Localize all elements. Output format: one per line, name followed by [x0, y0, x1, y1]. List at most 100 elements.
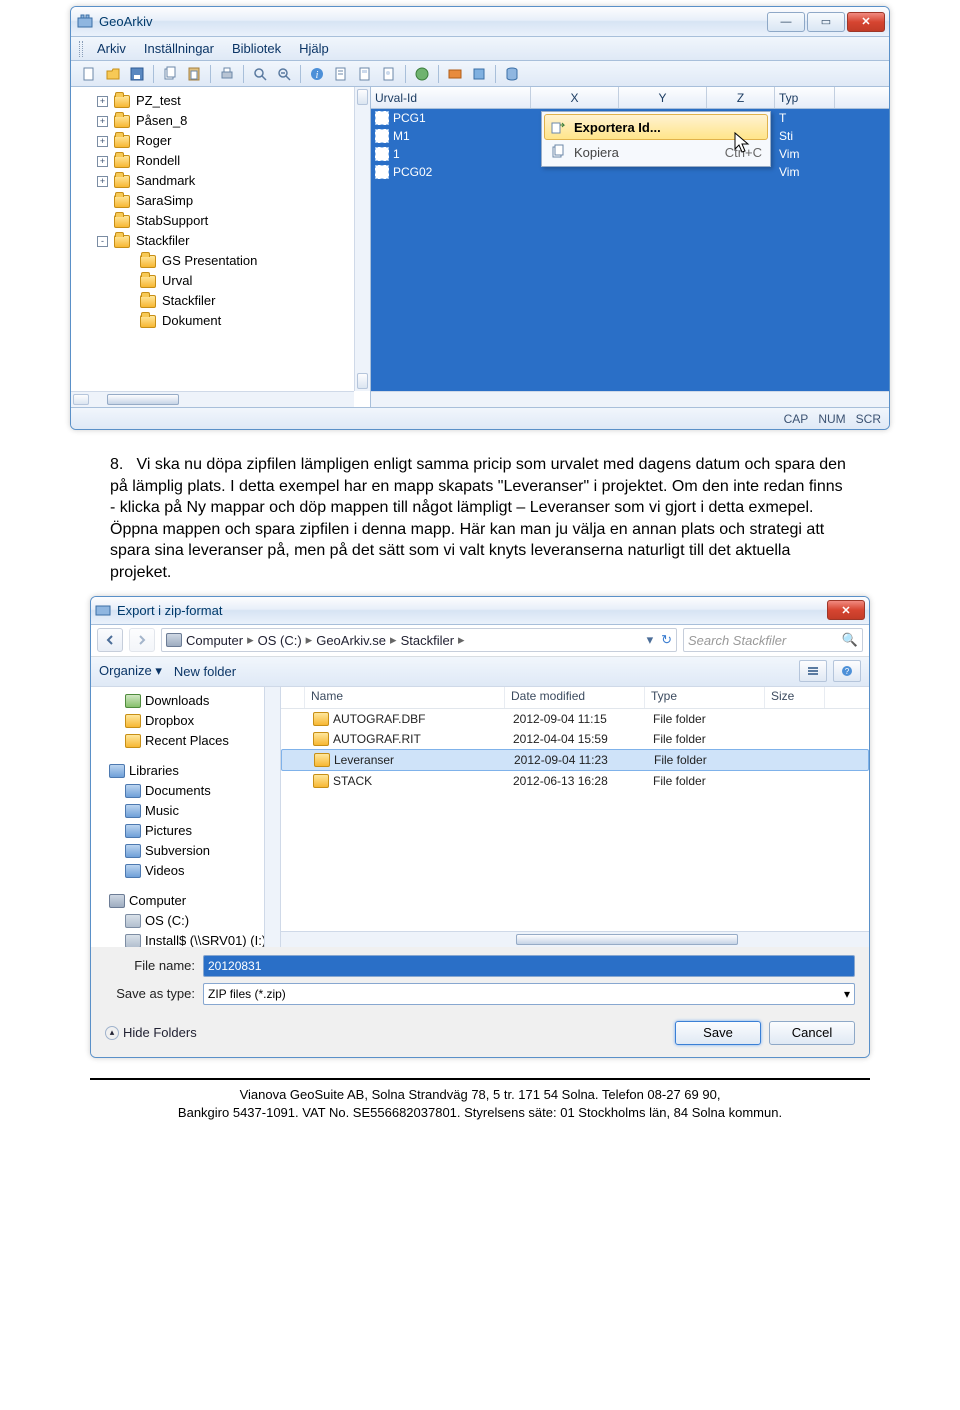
save-close-button[interactable]: ✕ — [827, 600, 865, 620]
expand-toggle[interactable]: - — [97, 236, 108, 247]
tree-item[interactable]: -Stackfiler — [77, 231, 370, 251]
col-z[interactable]: Z — [707, 87, 775, 108]
toolbar-new-icon[interactable] — [79, 64, 99, 84]
toolbar-tool2-icon[interactable] — [469, 64, 489, 84]
places-item[interactable]: Libraries — [91, 761, 280, 781]
tree-item[interactable]: +Påsen_8 — [77, 111, 370, 131]
save-titlebar[interactable]: Export i zip-format ✕ — [91, 597, 869, 625]
newfolder-button[interactable]: New folder — [174, 664, 236, 679]
minimize-button[interactable]: ― — [767, 12, 805, 32]
menu-installningar[interactable]: Inställningar — [136, 39, 222, 58]
places-item[interactable]: Pictures — [91, 821, 280, 841]
tree-item[interactable]: Stackfiler — [77, 291, 370, 311]
places-item[interactable]: OS (C:) — [91, 911, 280, 931]
toolbar-zoomin-icon[interactable] — [250, 64, 270, 84]
breadcrumb-computer[interactable]: Computer — [186, 633, 243, 648]
col-size[interactable]: Size — [765, 687, 825, 708]
places-tree[interactable]: DownloadsDropboxRecent Places LibrariesDo… — [91, 687, 281, 947]
tree-item[interactable]: +PZ_test — [77, 91, 370, 111]
breadcrumb-refresh-icon[interactable]: ↻ — [661, 632, 672, 648]
places-item[interactable]: Computer — [91, 891, 280, 911]
tree-item[interactable]: +Rondell — [77, 151, 370, 171]
breadcrumb-osc[interactable]: OS (C:) — [258, 633, 302, 648]
menu-hjalp[interactable]: Hjälp — [291, 39, 337, 58]
toolbar-doc2-icon[interactable] — [355, 64, 375, 84]
tree-item[interactable]: Urval — [77, 271, 370, 291]
toolbar-print-icon[interactable] — [217, 64, 237, 84]
nav-forward-button[interactable] — [129, 628, 155, 652]
col-name[interactable]: Name — [305, 687, 505, 708]
save-button[interactable]: Save — [675, 1021, 761, 1045]
places-item[interactable]: Music — [91, 801, 280, 821]
breadcrumb[interactable]: Computer▸ OS (C:)▸ GeoArkiv.se▸ Stackfil… — [161, 628, 677, 652]
toolbar-paste-icon[interactable] — [184, 64, 204, 84]
file-row[interactable]: AUTOGRAF.DBF2012-09-04 11:15File folder — [281, 709, 869, 729]
toolbar-globe-icon[interactable] — [412, 64, 432, 84]
expand-toggle[interactable]: + — [97, 176, 108, 187]
tree-item[interactable]: StabSupport — [77, 211, 370, 231]
expand-toggle[interactable]: + — [97, 116, 108, 127]
organize-menu[interactable]: Organize ▾ — [99, 663, 162, 679]
search-input[interactable]: Search Stackfiler 🔍 — [683, 628, 863, 652]
view-mode-button[interactable] — [799, 660, 827, 682]
horizontal-scrollbar[interactable] — [71, 391, 354, 407]
tree-item[interactable]: GS Presentation — [77, 251, 370, 271]
toolbar-tool1-icon[interactable] — [445, 64, 465, 84]
col-urval-id[interactable]: Urval-Id — [371, 87, 531, 108]
col-y[interactable]: Y — [619, 87, 707, 108]
places-item[interactable]: Install$ (\\SRV01) (I:) — [91, 931, 280, 947]
nav-back-button[interactable] — [97, 628, 123, 652]
places-item[interactable]: Documents — [91, 781, 280, 801]
drv-icon — [125, 934, 141, 947]
hide-folders-button[interactable]: ▴ Hide Folders — [105, 1025, 197, 1040]
file-row[interactable]: AUTOGRAF.RIT2012-04-04 15:59File folder — [281, 729, 869, 749]
toolbar-db-icon[interactable] — [502, 64, 522, 84]
col-typ[interactable]: Typ — [775, 87, 835, 108]
file-list[interactable]: Name Date modified Type Size AUTOGRAF.DB… — [281, 687, 869, 947]
grid-horizontal-scrollbar[interactable] — [371, 391, 889, 407]
col-x[interactable]: X — [531, 87, 619, 108]
toolbar-info-icon[interactable]: i — [307, 64, 327, 84]
col-date[interactable]: Date modified — [505, 687, 645, 708]
places-scrollbar[interactable] — [264, 687, 280, 947]
menubar-grip-icon — [79, 41, 83, 57]
tree-item[interactable]: SaraSimp — [77, 191, 370, 211]
places-item[interactable] — [91, 751, 280, 761]
close-button[interactable]: ✕ — [847, 12, 885, 32]
breadcrumb-dropdown-icon[interactable]: ▾ — [647, 632, 654, 648]
tree-item[interactable]: +Sandmark — [77, 171, 370, 191]
saveas-combo[interactable]: ZIP files (*.zip) ▾ — [203, 983, 855, 1005]
filename-input[interactable] — [203, 955, 855, 977]
toolbar-doc3-icon[interactable] — [379, 64, 399, 84]
breadcrumb-stackfiler[interactable]: Stackfiler — [401, 633, 454, 648]
toolbar-open-icon[interactable] — [103, 64, 123, 84]
places-item[interactable]: Dropbox — [91, 711, 280, 731]
expand-toggle[interactable]: + — [97, 136, 108, 147]
toolbar-save-icon[interactable] — [127, 64, 147, 84]
menu-arkiv[interactable]: Arkiv — [89, 39, 134, 58]
vertical-scrollbar[interactable] — [354, 87, 370, 391]
places-item[interactable]: Subversion — [91, 841, 280, 861]
cancel-button[interactable]: Cancel — [769, 1021, 855, 1045]
toolbar-zoomout-icon[interactable] — [274, 64, 294, 84]
toolbar-copy-icon[interactable] — [160, 64, 180, 84]
tree-item[interactable]: +Roger — [77, 131, 370, 151]
file-row[interactable]: Leveranser2012-09-04 11:23File folder — [281, 749, 869, 771]
expand-toggle[interactable]: + — [97, 156, 108, 167]
help-button[interactable]: ? — [833, 660, 861, 682]
toolbar-doc1-icon[interactable] — [331, 64, 351, 84]
places-item[interactable]: Recent Places — [91, 731, 280, 751]
file-row[interactable]: STACK2012-06-13 16:28File folder — [281, 771, 869, 791]
expand-toggle[interactable]: + — [97, 96, 108, 107]
titlebar[interactable]: GeoArkiv ― ▭ ✕ — [71, 7, 889, 37]
tree-item[interactable]: Dokument — [77, 311, 370, 331]
filelist-scrollbar[interactable] — [281, 931, 869, 947]
col-type[interactable]: Type — [645, 687, 765, 708]
menu-bibliotek[interactable]: Bibliotek — [224, 39, 289, 58]
places-item[interactable] — [91, 881, 280, 891]
breadcrumb-geoarkiv[interactable]: GeoArkiv.se — [316, 633, 386, 648]
places-item[interactable]: Videos — [91, 861, 280, 881]
maximize-button[interactable]: ▭ — [807, 12, 845, 32]
tree-pane[interactable]: +PZ_test+Påsen_8+Roger+Rondell+SandmarkS… — [71, 87, 371, 407]
places-item[interactable]: Downloads — [91, 691, 280, 711]
